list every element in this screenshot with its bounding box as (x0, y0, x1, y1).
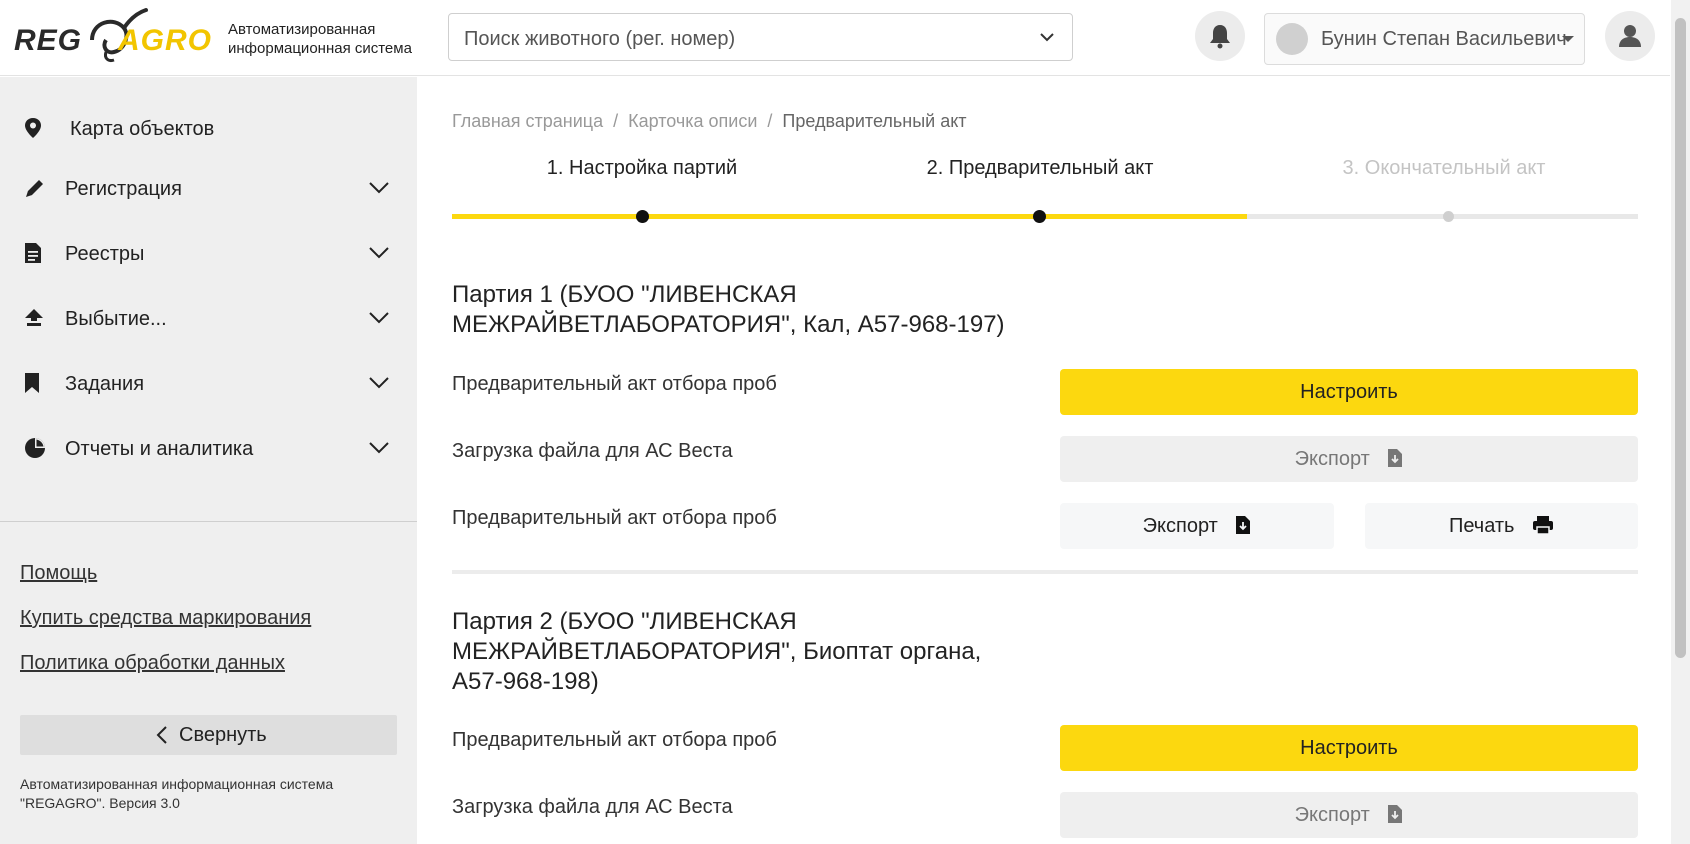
page-scrollbar[interactable] (1671, 0, 1690, 844)
main-content: Главная страница / Карточка описи / Предвари… (417, 77, 1671, 844)
step-1-label[interactable]: 1. Настройка партий (492, 157, 792, 180)
party-2-title-line-2: МЕЖРАЙВЕТЛАБОРАТОРИЯ", Биоптат органа, (452, 638, 982, 665)
party-1-row-2-label: Загрузка файла для АС Веста (452, 440, 733, 462)
map-pin-icon (25, 118, 41, 138)
profile-button[interactable] (1605, 11, 1655, 61)
sidebar-item-reports[interactable]: Отчеты и аналитика (0, 423, 417, 475)
breadcrumb-home[interactable]: Главная страница (452, 111, 603, 131)
regagro-logo[interactable]: REG AGRO (14, 6, 214, 66)
collapse-label: Свернуть (179, 724, 267, 746)
progress-stepper: 1. Настройка партий 2. Предварительный а… (452, 157, 1638, 223)
chevron-down-icon (369, 247, 389, 259)
version-info: Автоматизированная информационная систем… (20, 775, 380, 813)
sidebar-item-disposal[interactable]: Выбытие... (0, 293, 417, 345)
party-2-row-2-label: Загрузка файла для АС Веста (452, 796, 733, 818)
bookmark-icon (25, 373, 39, 393)
party-1-title: Партия 1 (БУОО "ЛИВЕНСКАЯ МЕЖРАЙВЕТЛАБОР… (452, 280, 1052, 340)
step-2-dot (1033, 210, 1046, 223)
breadcrumb: Главная страница / Карточка описи / Предвари… (452, 111, 967, 131)
chevron-down-icon (369, 312, 389, 324)
party-2-title-line-1: Партия 2 (БУОО "ЛИВЕНСКАЯ (452, 608, 797, 635)
user-avatar-dot (1276, 23, 1308, 55)
chevron-down-icon (1040, 33, 1054, 42)
stepper-progress-fill (452, 214, 1247, 219)
breadcrumb-current: Предварительный акт (782, 111, 967, 131)
configure-label: Настроить (1300, 737, 1398, 759)
party-2-row-1-label: Предварительный акт отбора проб (452, 729, 777, 751)
sidebar-divider (0, 521, 417, 522)
party-1-row-3-label: Предварительный акт отбора проб (452, 507, 777, 529)
version-line-1: Автоматизированная информационная систем… (20, 776, 334, 792)
chevron-down-icon (369, 442, 389, 454)
file-download-icon (1236, 516, 1251, 534)
party-1-vesta-export-button[interactable]: Экспорт (1060, 436, 1638, 482)
step-2-label[interactable]: 2. Предварительный акт (890, 157, 1190, 180)
upload-icon (25, 309, 43, 326)
privacy-policy-link[interactable]: Политика обработки данных (20, 652, 285, 675)
party-1-act-export-button[interactable]: Экспорт (1060, 503, 1334, 549)
brand-line-1: Автоматизированная (228, 21, 376, 38)
chevron-left-icon (156, 726, 167, 744)
export-label: Экспорт (1294, 448, 1370, 470)
sidebar: Карта объектов Регистрация Реестры Выбыт… (0, 77, 417, 844)
user-name: Бунин Степан Васильевич (1321, 28, 1567, 50)
sidebar-item-label: Карта объектов (70, 118, 215, 140)
export-label: Экспорт (1294, 804, 1370, 826)
sidebar-item-label: Задания (65, 373, 145, 395)
sidebar-item-label: Отчеты и аналитика (65, 438, 254, 460)
help-link[interactable]: Помощь (20, 562, 97, 585)
version-line-2: "REGAGRO". Версия 3.0 (20, 795, 180, 811)
party-1-title-line-2: МЕЖРАЙВЕТЛАБОРАТОРИЯ", Кал, А57-968-197) (452, 311, 1005, 338)
sidebar-item-label: Регистрация (65, 178, 182, 200)
file-download-icon (1388, 449, 1403, 467)
sidebar-item-tasks[interactable]: Задания (0, 358, 417, 410)
sidebar-item-registration[interactable]: Регистрация (0, 163, 417, 215)
sidebar-item-registries[interactable]: Реестры (0, 228, 417, 280)
party-2-title: Партия 2 (БУОО "ЛИВЕНСКАЯ МЕЖРАЙВЕТЛАБОР… (452, 607, 1052, 697)
pie-chart-icon (25, 438, 45, 458)
animal-search-select[interactable]: Поиск животного (рег. номер) (448, 13, 1073, 61)
top-header: REG AGRO Автоматизированная информационн… (0, 0, 1670, 76)
user-icon (1619, 25, 1641, 47)
party-1-print-button[interactable]: Печать (1365, 503, 1638, 549)
sidebar-item-map[interactable]: Карта объектов (0, 103, 417, 155)
chevron-down-icon (369, 377, 389, 389)
buy-marking-link[interactable]: Купить средства маркирования (20, 607, 311, 630)
caret-down-icon (1562, 36, 1574, 42)
search-placeholder: Поиск животного (рег. номер) (464, 28, 736, 50)
printer-icon (1533, 516, 1554, 535)
sidebar-item-label: Реестры (65, 243, 145, 265)
print-label: Печать (1448, 515, 1515, 537)
step-3-dot (1443, 211, 1454, 222)
party-1-row-1-label: Предварительный акт отбора проб (452, 373, 777, 395)
party-2-configure-button[interactable]: Настроить (1060, 725, 1638, 771)
sidebar-item-label: Выбытие... (65, 308, 167, 330)
pencil-icon (26, 180, 43, 197)
party-1-title-line-1: Партия 1 (БУОО "ЛИВЕНСКАЯ (452, 281, 797, 308)
logo-reg-text: REG (14, 24, 83, 57)
collapse-sidebar-button[interactable]: Свернуть (20, 715, 397, 755)
notifications-button[interactable] (1195, 11, 1245, 61)
party-divider (452, 570, 1638, 574)
step-3-label: 3. Окончательный акт (1342, 157, 1546, 179)
bell-icon (1210, 25, 1230, 49)
configure-label: Настроить (1300, 381, 1398, 403)
brand-line-2: информационная система (228, 40, 412, 57)
chevron-down-icon (369, 182, 389, 194)
logo-agro-text: AGRO (118, 24, 212, 57)
step-1-dot (636, 210, 649, 223)
document-icon (25, 243, 41, 263)
party-1-configure-button[interactable]: Настроить (1060, 369, 1638, 415)
file-download-icon (1388, 805, 1403, 823)
scrollbar-thumb[interactable] (1675, 18, 1686, 658)
user-menu-dropdown[interactable]: Бунин Степан Васильевич (1264, 13, 1585, 65)
breadcrumb-inventory-card[interactable]: Карточка описи (628, 111, 757, 131)
brand-subtitle: Автоматизированная информационная систем… (228, 20, 412, 58)
party-2-title-line-3: А57-968-198) (452, 668, 599, 695)
party-2-vesta-export-button[interactable]: Экспорт (1060, 792, 1638, 838)
export-label: Экспорт (1142, 515, 1218, 537)
